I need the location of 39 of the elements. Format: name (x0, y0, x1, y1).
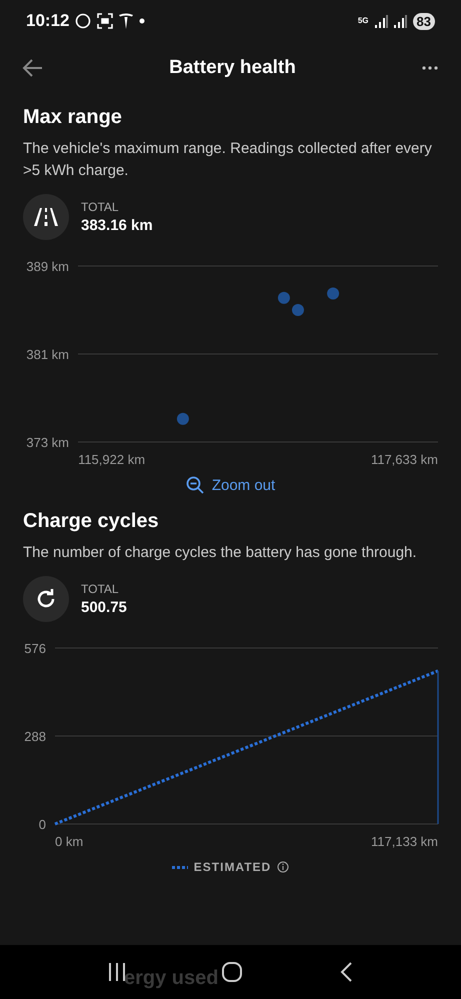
network-type: 5G (358, 17, 369, 25)
total-value: 500.75 (81, 599, 127, 616)
axis-label: 0 (38, 817, 46, 832)
dot-icon (139, 18, 146, 24)
zoom-out-button[interactable]: Zoom out (182, 472, 280, 498)
axis-label: 117,633 km (370, 452, 438, 467)
axis-label: 389 km (26, 259, 69, 274)
data-point (278, 292, 290, 304)
legend-label: ESTIMATED (194, 860, 272, 874)
section-title: ergy used (124, 967, 218, 990)
total-value: 383.16 km (81, 217, 153, 234)
legend-line-icon (172, 866, 188, 868)
total-label: TOTAL (81, 200, 120, 214)
section-description: The number of charge cycles the battery has gone through. (23, 543, 418, 563)
section-title: Max range (23, 106, 123, 129)
data-point (176, 412, 189, 425)
section-description: The vehicle's maximum range. Readings collected after every >5 kWh charge. (23, 139, 433, 181)
data-point (292, 304, 304, 316)
logo-icon (119, 13, 134, 29)
data-point (327, 288, 340, 300)
section-title: Charge cycles (23, 510, 160, 533)
signal-icon (394, 14, 407, 28)
zoom-out-icon (186, 476, 204, 494)
axis-label: 115,922 km (78, 452, 146, 467)
battery-level: 83 (412, 12, 435, 30)
more-icon (421, 65, 439, 71)
axis-label: 381 km (26, 347, 69, 362)
signal-icon (374, 14, 388, 28)
axis-label: 576 (24, 641, 46, 656)
axis-label: 288 (24, 729, 46, 744)
axis-label: 0 km (55, 834, 84, 849)
info-icon (277, 861, 290, 873)
road-icon (34, 208, 58, 226)
screenshot-icon (97, 13, 114, 29)
clock: 10:12 (26, 11, 70, 31)
axis-label: 373 km (26, 435, 69, 450)
total-label: TOTAL (81, 582, 120, 596)
page-title: Battery health (168, 57, 297, 79)
axis-label: 117,133 km (371, 834, 438, 849)
